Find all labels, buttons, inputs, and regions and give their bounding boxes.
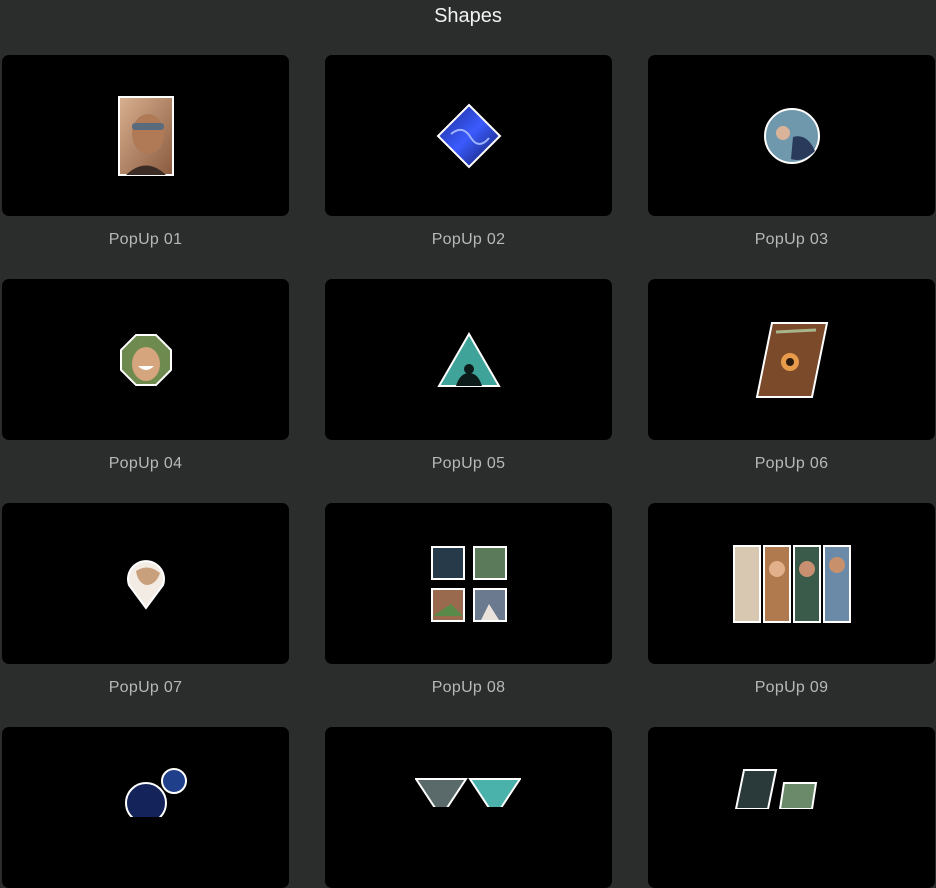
four-squares-photo-icon	[325, 503, 612, 664]
diamond-photo-icon	[325, 55, 612, 216]
preset-card-popup-05[interactable]	[325, 279, 612, 440]
preset-card-popup-10[interactable]	[2, 727, 289, 888]
parallelogram-photo-icon	[648, 279, 935, 440]
slanted-panels-photo-icon	[732, 769, 822, 814]
preset-label: PopUp 04	[108, 455, 183, 472]
preset-card-popup-04[interactable]	[2, 279, 289, 440]
preset-label: PopUp 05	[431, 455, 506, 472]
preset-label: PopUp 08	[431, 679, 506, 696]
octagon-photo-icon	[2, 279, 289, 440]
preset-card-popup-03[interactable]	[648, 55, 935, 216]
preset-label: PopUp 06	[754, 455, 829, 472]
preset-card-popup-02[interactable]	[325, 55, 612, 216]
preset-label: PopUp 07	[108, 679, 183, 696]
triangle-photo-icon	[325, 279, 612, 440]
preset-card-popup-07[interactable]	[2, 503, 289, 664]
preset-card-popup-01[interactable]	[2, 55, 289, 216]
circle-photo-icon	[648, 55, 935, 216]
triangles-photo-icon	[414, 777, 522, 819]
preset-label: PopUp 09	[754, 679, 829, 696]
four-strips-photo-icon	[648, 503, 935, 664]
rectangle-photo-icon	[2, 55, 289, 216]
circles-photo-icon	[122, 767, 192, 824]
preset-label: PopUp 02	[431, 231, 506, 248]
preset-card-popup-11[interactable]	[325, 727, 612, 888]
preset-label: PopUp 01	[108, 231, 183, 248]
page-title: Shapes	[434, 5, 502, 27]
preset-card-popup-09[interactable]	[648, 503, 935, 664]
preset-card-popup-12[interactable]	[648, 727, 935, 888]
preset-label: PopUp 03	[754, 231, 829, 248]
teardrop-photo-icon	[2, 503, 289, 664]
preset-card-popup-08[interactable]	[325, 503, 612, 664]
preset-card-popup-06[interactable]	[648, 279, 935, 440]
